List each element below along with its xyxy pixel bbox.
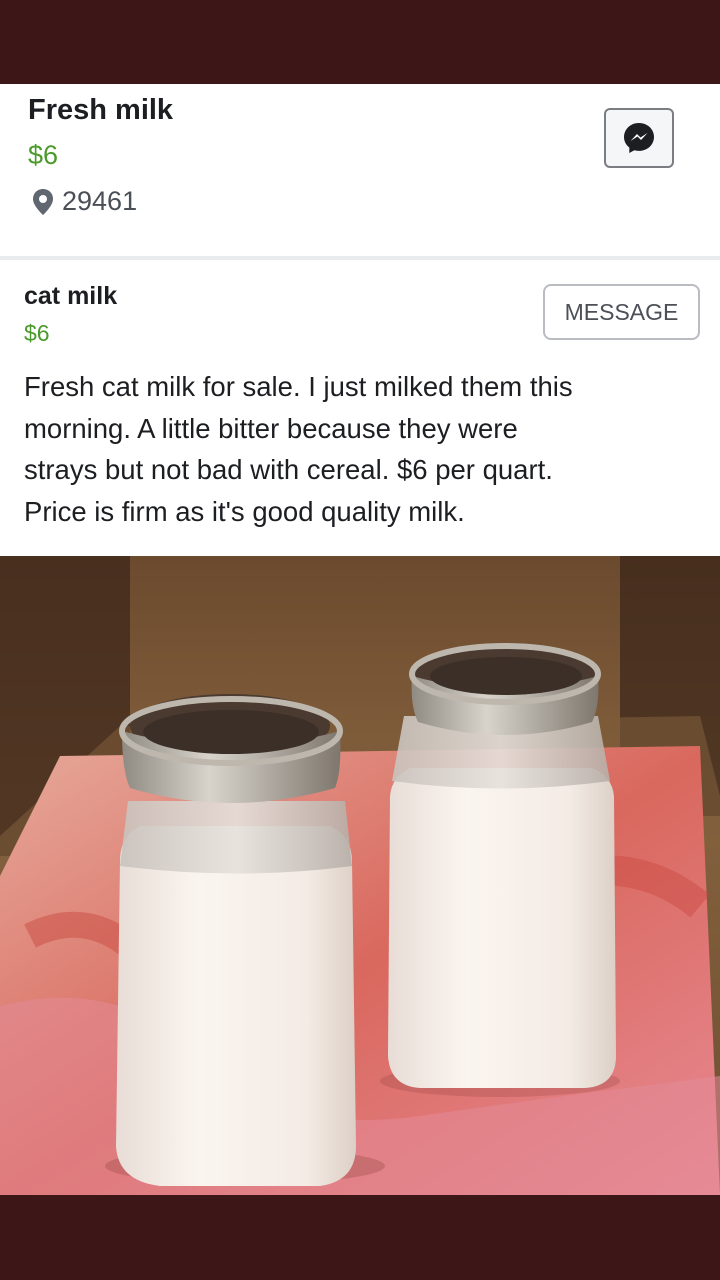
top-frame-bar <box>0 0 720 84</box>
map-pin-icon <box>32 188 54 216</box>
listing-title: Fresh milk <box>28 94 174 126</box>
messenger-button[interactable] <box>604 108 674 168</box>
location-zip: 29461 <box>62 186 138 216</box>
listing-details: cat milk $6 MESSAGE Fresh cat milk for s… <box>0 260 720 556</box>
message-button[interactable]: MESSAGE <box>543 284 700 340</box>
item-description: Fresh cat milk for sale. I just milked t… <box>24 371 573 527</box>
listing-location: 29461 <box>32 186 137 217</box>
listing-header: Fresh milk $6 29461 <box>0 84 720 256</box>
listing-photo <box>0 556 720 1195</box>
bottom-frame-bar <box>0 1195 720 1280</box>
item-title: cat milk <box>24 282 118 310</box>
listing-price: $6 <box>28 140 59 170</box>
messenger-icon <box>624 123 654 153</box>
item-price: $6 <box>24 320 50 346</box>
